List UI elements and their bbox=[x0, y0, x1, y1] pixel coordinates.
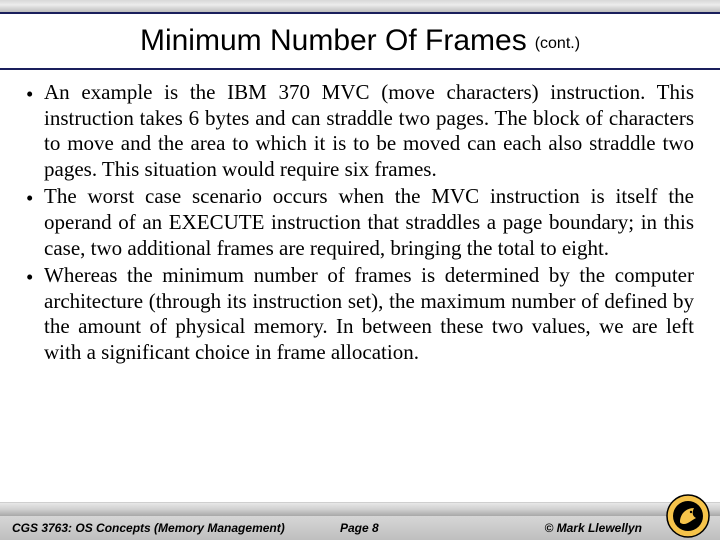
footer-page: Page 8 bbox=[340, 521, 379, 535]
footer-bar: CGS 3763: OS Concepts (Memory Management… bbox=[0, 516, 720, 540]
bullet-dot-icon: • bbox=[26, 184, 44, 261]
slide-footer: CGS 3763: OS Concepts (Memory Management… bbox=[0, 502, 720, 540]
bullet-dot-icon: • bbox=[26, 80, 44, 182]
footer-copyright: © Mark Llewellyn bbox=[544, 521, 642, 535]
bullet-dot-icon: • bbox=[26, 263, 44, 365]
bullet-item: • An example is the IBM 370 MVC (move ch… bbox=[26, 80, 694, 182]
slide-body: • An example is the IBM 370 MVC (move ch… bbox=[0, 70, 720, 366]
bullet-text: An example is the IBM 370 MVC (move char… bbox=[44, 80, 694, 182]
bullet-text: The worst case scenario occurs when the … bbox=[44, 184, 694, 261]
slide-title: Minimum Number Of Frames bbox=[140, 24, 527, 57]
bullet-item: • Whereas the minimum number of frames i… bbox=[26, 263, 694, 365]
footer-gradient bbox=[0, 502, 720, 516]
bullet-item: • The worst case scenario occurs when th… bbox=[26, 184, 694, 261]
slide-title-cont: (cont.) bbox=[535, 35, 580, 52]
bullet-text: Whereas the minimum number of frames is … bbox=[44, 263, 694, 365]
footer-course: CGS 3763: OS Concepts (Memory Management… bbox=[12, 521, 285, 535]
ucf-pegasus-logo-icon bbox=[666, 494, 710, 538]
top-gradient-bar bbox=[0, 0, 720, 14]
slide-title-wrap: Minimum Number Of Frames (cont.) bbox=[0, 14, 720, 62]
